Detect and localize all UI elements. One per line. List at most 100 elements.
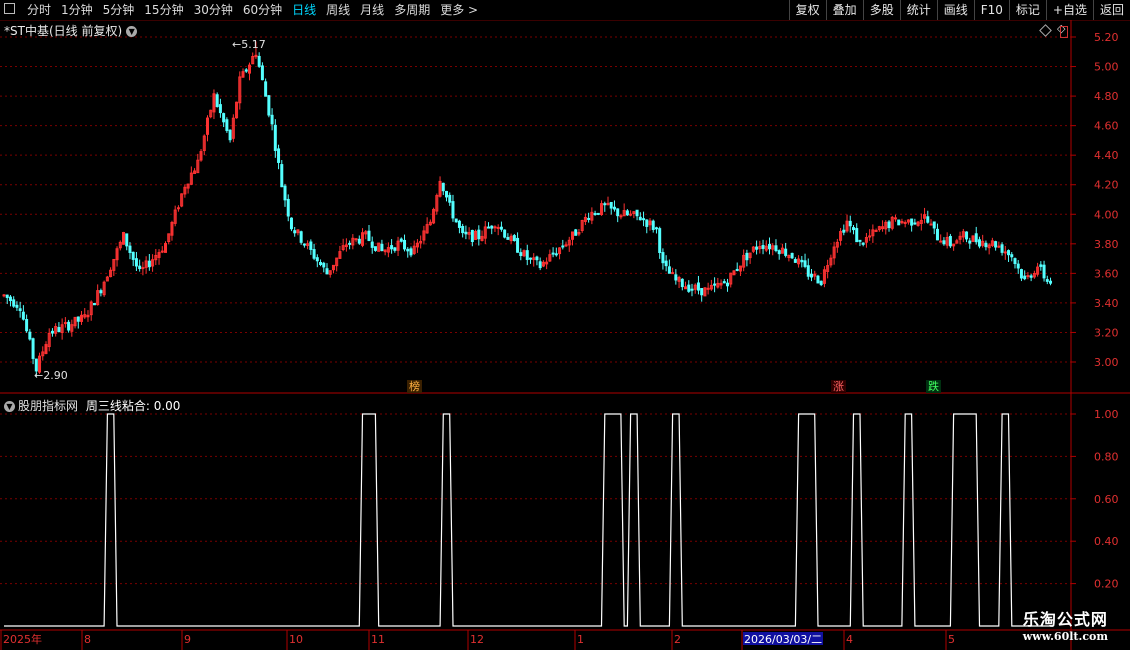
candle-body <box>554 253 558 256</box>
candle-body <box>603 203 607 206</box>
chevron-down-icon[interactable]: ▼ <box>126 26 138 37</box>
candle-body <box>735 268 739 271</box>
candle-body <box>1029 275 1033 278</box>
candle-body <box>977 239 981 247</box>
candle-body <box>939 240 943 243</box>
candle-body <box>264 81 268 97</box>
candle-body <box>874 229 878 232</box>
date-label: 11 <box>371 633 385 646</box>
chart-area[interactable]: 5.20 5.00 4.80 4.60 4.40 4.20 4.00 3.80 3.60 3.40… <box>0 20 1130 650</box>
candle-body <box>506 237 510 240</box>
candle-body <box>755 246 759 250</box>
candle-body <box>774 245 778 252</box>
candle-body <box>974 233 978 243</box>
tab-weekly[interactable]: 周线 <box>321 0 355 20</box>
candle-body <box>8 296 12 302</box>
candle-body <box>651 220 655 230</box>
f10-button[interactable]: F10 <box>973 0 1009 20</box>
candle-body <box>1023 275 1027 280</box>
candle-body <box>784 248 788 256</box>
candle-body <box>406 248 410 252</box>
multi-stock-button[interactable]: 多股 <box>862 0 900 20</box>
price-tick-label: 3.20 <box>1094 326 1119 339</box>
candle-body <box>490 225 494 229</box>
candle-body <box>277 148 281 163</box>
tab-5min[interactable]: 5分钟 <box>98 0 140 20</box>
rank-badge[interactable]: 榜 <box>407 380 422 393</box>
price-tick-label: 3.40 <box>1094 297 1119 310</box>
candle-body <box>667 266 671 274</box>
candle-body <box>322 262 326 268</box>
candle-body <box>176 207 180 210</box>
candle-body <box>76 316 80 322</box>
candle-body <box>125 233 129 247</box>
candle-body <box>18 308 22 312</box>
candle-body <box>680 278 684 288</box>
rise-badge[interactable]: 涨 <box>831 380 846 393</box>
price-tick-label: 5.20 <box>1094 31 1119 44</box>
tab-30min[interactable]: 30分钟 <box>189 0 238 20</box>
candle-body <box>218 104 222 114</box>
scroll-button[interactable] <box>1060 26 1068 38</box>
price-tick-label: 4.00 <box>1094 208 1119 221</box>
candle-body <box>687 284 691 292</box>
candle-body <box>451 201 455 219</box>
candle-body <box>713 283 717 286</box>
candle-body <box>810 273 813 278</box>
statistics-button[interactable]: 统计 <box>899 0 937 20</box>
indicator-tick-label: 0.40 <box>1094 535 1119 548</box>
candle-body <box>348 242 352 245</box>
mark-button[interactable]: 标记 <box>1008 0 1046 20</box>
candle-body <box>1045 279 1049 282</box>
candle-body <box>997 245 1001 248</box>
fall-badge[interactable]: 跌 <box>926 380 941 393</box>
draw-line-button[interactable]: 画线 <box>936 0 974 20</box>
candle-body <box>367 230 371 241</box>
stock-title[interactable]: *ST中基(日线 前复权) ▼ <box>4 22 140 39</box>
overlay-button[interactable]: 叠加 <box>825 0 863 20</box>
candle-body <box>745 252 749 261</box>
tab-multi-period[interactable]: 多周期 <box>389 0 435 20</box>
candle-body <box>289 217 293 230</box>
candle-body <box>635 209 639 217</box>
tab-daily[interactable]: 日线 <box>287 0 321 20</box>
candle-body <box>887 221 891 229</box>
period-tabs: 分时 1分钟 5分钟 15分钟 30分钟 60分钟 日线 周线 月线 多周期 更… <box>22 0 483 20</box>
candle-body <box>538 261 542 269</box>
tab-fenshi[interactable]: 分时 <box>22 0 56 20</box>
tab-more[interactable]: 更多 > <box>435 0 483 20</box>
candle-body <box>160 250 164 253</box>
candle-body <box>629 213 633 216</box>
candle-body <box>454 218 458 223</box>
candle-body <box>63 322 67 325</box>
tab-60min[interactable]: 60分钟 <box>238 0 287 20</box>
candle-body <box>1042 264 1046 279</box>
candle-body <box>645 219 649 227</box>
chevron-down-icon[interactable]: ▼ <box>4 401 15 412</box>
candle-body <box>965 231 969 240</box>
candle-body <box>616 208 620 217</box>
candle-body <box>551 252 555 255</box>
tab-monthly[interactable]: 月线 <box>355 0 389 20</box>
candle-body <box>984 242 988 248</box>
tab-1min[interactable]: 1分钟 <box>56 0 98 20</box>
candle-body <box>722 281 726 284</box>
candle-body <box>21 311 25 320</box>
candle-body <box>700 288 704 296</box>
tab-15min[interactable]: 15分钟 <box>139 0 188 20</box>
window-menu-icon[interactable] <box>4 3 15 14</box>
candle-body <box>777 250 781 255</box>
indicator-title[interactable]: ▼ 股朋指标网 周三线粘合: 0.00 <box>4 397 180 414</box>
candle-body <box>267 95 271 116</box>
candle-body <box>380 243 384 252</box>
back-button[interactable]: 返回 <box>1092 0 1130 20</box>
candle-body <box>642 218 646 221</box>
candle-body <box>855 228 859 243</box>
add-favorite-button[interactable]: +自选 <box>1045 0 1093 20</box>
candle-body <box>851 227 855 231</box>
candle-body <box>903 222 907 225</box>
candle-body <box>654 227 658 230</box>
restore-rights-button[interactable]: 复权 <box>788 0 826 20</box>
candle-body <box>932 221 936 229</box>
candle-body <box>354 238 358 241</box>
